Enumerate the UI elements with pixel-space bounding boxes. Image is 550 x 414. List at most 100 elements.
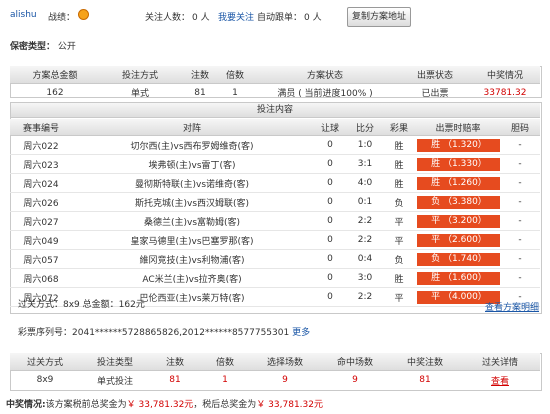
match-odds-badge: 平 （3.200） xyxy=(417,214,500,228)
match-header: 对阵 xyxy=(72,119,312,136)
match-odds-cell: 平 （3.200） xyxy=(416,211,500,231)
username-link[interactable]: alishu xyxy=(10,10,37,20)
match-banker: - xyxy=(500,268,540,288)
plan-header: 投注方式 xyxy=(100,66,180,84)
match-odds-cell: 负 （3.380） xyxy=(416,192,500,212)
match-result: 平 xyxy=(382,287,416,307)
pass-detail-cell: 查看 xyxy=(460,371,540,390)
match-id: 周六022 xyxy=(10,135,72,155)
pass-multiple: 1 xyxy=(222,375,228,385)
match-row: 周六068 AC米兰(主)vs拉齐奥(客) 0 3:0 胜胜 （1.600） - xyxy=(10,268,540,288)
match-odds-cell: 平 （2.600） xyxy=(416,230,500,250)
match-teams: AC米兰(主)vs拉齐奥(客) xyxy=(72,268,312,288)
match-odds-cell: 胜 （1.600） xyxy=(416,268,500,288)
match-header: 让球 xyxy=(312,119,348,136)
header-bar: alishu 战绩： 关注人数： 0 人 我要关注 自动跟单： 0 人 复制方案… xyxy=(0,0,550,34)
match-result: 平 xyxy=(382,230,416,250)
plan-multiple: 1 xyxy=(232,87,238,98)
win-text-post: ，税后总奖金为 xyxy=(193,400,257,410)
match-id: 周六024 xyxy=(10,173,72,193)
match-teams: 桑德兰(主)vs富勒姆(客) xyxy=(72,211,312,231)
match-row: 周六023 埃弗顿(主)vs雷丁(客) 0 3:1 胜胜 （1.330） - xyxy=(10,154,540,174)
match-teams: 曼彻斯特联(主)vs诺维奇(客) xyxy=(72,173,312,193)
auto-follow-label: 自动跟单： xyxy=(257,13,303,23)
match-id: 周六026 xyxy=(10,192,72,212)
win-text-pre: 该方案税前总奖金为 xyxy=(45,400,127,410)
privacy-type-label: 保密类型： xyxy=(10,42,56,52)
match-banker: - xyxy=(500,230,540,250)
pass-summary: 过关方式：8x9 总金额：162元 xyxy=(18,300,145,310)
follow-link[interactable]: 我要关注 xyxy=(218,10,254,23)
privacy-type: 保密类型： 公开 xyxy=(10,39,76,52)
match-id: 周六023 xyxy=(10,154,72,174)
match-teams: 斯托克城(主)vs西汉姆联(客) xyxy=(72,192,312,212)
plan-row: 162 单式 81 1 满员 ( 当前进度100% ) 已出票 33781.32 xyxy=(10,84,540,102)
match-result: 胜 xyxy=(382,173,416,193)
match-row: 周六022 切尔西(主)vs西布罗姆维奇(客) 0 1:0 胜胜 （1.320） - xyxy=(10,135,540,155)
ticket-serial: 彩票序列号：2041******5728865826,2012******857… xyxy=(18,325,310,338)
match-banker: - xyxy=(500,249,540,269)
view-plan-detail-link[interactable]: 查看方案明细 xyxy=(485,300,539,313)
plan-prize: 33781.32 xyxy=(483,87,527,98)
pass-header: 注数 xyxy=(150,353,200,371)
pass-header: 命中场数 xyxy=(320,353,390,371)
match-id: 周六027 xyxy=(10,211,72,231)
pass-header: 投注类型 xyxy=(80,353,150,371)
selected-count: 9 xyxy=(282,375,288,385)
pass-detail-table: 过关方式 投注类型 注数 倍数 选择场数 命中场数 中奖注数 过关详情 8x9 … xyxy=(10,353,540,389)
win-amount-pretax: ￥ 33,781.32元 xyxy=(126,400,194,410)
match-result: 胜 xyxy=(382,154,416,174)
match-odds-cell: 胜 （1.330） xyxy=(416,154,500,174)
match-id: 周六049 xyxy=(10,230,72,250)
match-header: 彩果 xyxy=(382,119,416,136)
battle-label: 战绩： xyxy=(48,13,76,23)
plan-status: 满员 ( 当前进度100% ) xyxy=(277,89,373,99)
match-odds-badge: 胜 （1.320） xyxy=(417,138,500,152)
battle-record-icon xyxy=(78,9,89,20)
bet-type: 单式投注 xyxy=(96,376,133,387)
match-handicap: 0 xyxy=(312,154,348,174)
plan-header-row: 方案总金额 投注方式 注数 倍数 方案状态 出票状态 中奖情况 xyxy=(10,66,540,84)
serial-more-link[interactable]: 更多 xyxy=(292,328,310,338)
pass-header: 选择场数 xyxy=(250,353,320,371)
serial-label: 彩票序列号： xyxy=(18,328,73,338)
plan-header: 倍数 xyxy=(220,66,250,84)
plan-header: 注数 xyxy=(180,66,220,84)
match-odds-badge: 负 （1.740） xyxy=(417,252,500,266)
match-handicap: 0 xyxy=(312,249,348,269)
pass-header: 倍数 xyxy=(200,353,250,371)
match-result: 负 xyxy=(382,192,416,212)
match-odds-badge: 胜 （1.330） xyxy=(417,157,500,171)
match-header: 赛事编号 xyxy=(10,119,72,136)
follow-label: 关注人数： xyxy=(145,13,191,23)
match-header-row: 赛事编号 对阵 让球 比分 彩果 出票时赔率 胆码 xyxy=(10,119,540,136)
auto-follow-count: 0 人 xyxy=(304,13,322,23)
pass-header: 过关方式 xyxy=(10,353,80,371)
plan-header: 方案状态 xyxy=(250,66,400,84)
match-odds-badge: 胜 （1.600） xyxy=(417,271,500,285)
serial-value: 2041******5728865826,2012******857775530… xyxy=(72,328,290,338)
pass-header: 中奖注数 xyxy=(390,353,460,371)
match-header: 胆码 xyxy=(500,119,540,136)
match-score: 3:0 xyxy=(348,268,382,288)
match-odds-badge: 平 （2.600） xyxy=(417,233,500,247)
match-score: 0:4 xyxy=(348,249,382,269)
plan-ticket-status: 已出票 xyxy=(421,89,449,99)
match-result: 负 xyxy=(382,249,416,269)
match-handicap: 0 xyxy=(312,211,348,231)
match-handicap: 0 xyxy=(312,287,348,307)
pass-header: 过关详情 xyxy=(460,353,540,371)
copy-plan-url-button[interactable]: 复制方案地址 xyxy=(347,7,411,27)
match-id: 周六057 xyxy=(10,249,72,269)
match-odds-badge: 胜 （1.260） xyxy=(417,176,500,190)
match-row: 周六057 維冈竞技(主)vs利物浦(客) 0 0:4 负负 （1.740） - xyxy=(10,249,540,269)
match-row: 周六049 皇家马德里(主)vs巴塞罗那(客) 0 2:2 平平 （2.600） - xyxy=(10,230,540,250)
match-header: 比分 xyxy=(348,119,382,136)
match-odds-cell: 负 （1.740） xyxy=(416,249,500,269)
match-score: 2:2 xyxy=(348,211,382,231)
match-handicap: 0 xyxy=(312,173,348,193)
view-pass-detail-link[interactable]: 查看 xyxy=(491,377,509,387)
plan-header: 出票状态 xyxy=(400,66,470,84)
match-score: 2:2 xyxy=(348,287,382,307)
hit-count: 9 xyxy=(352,375,358,385)
